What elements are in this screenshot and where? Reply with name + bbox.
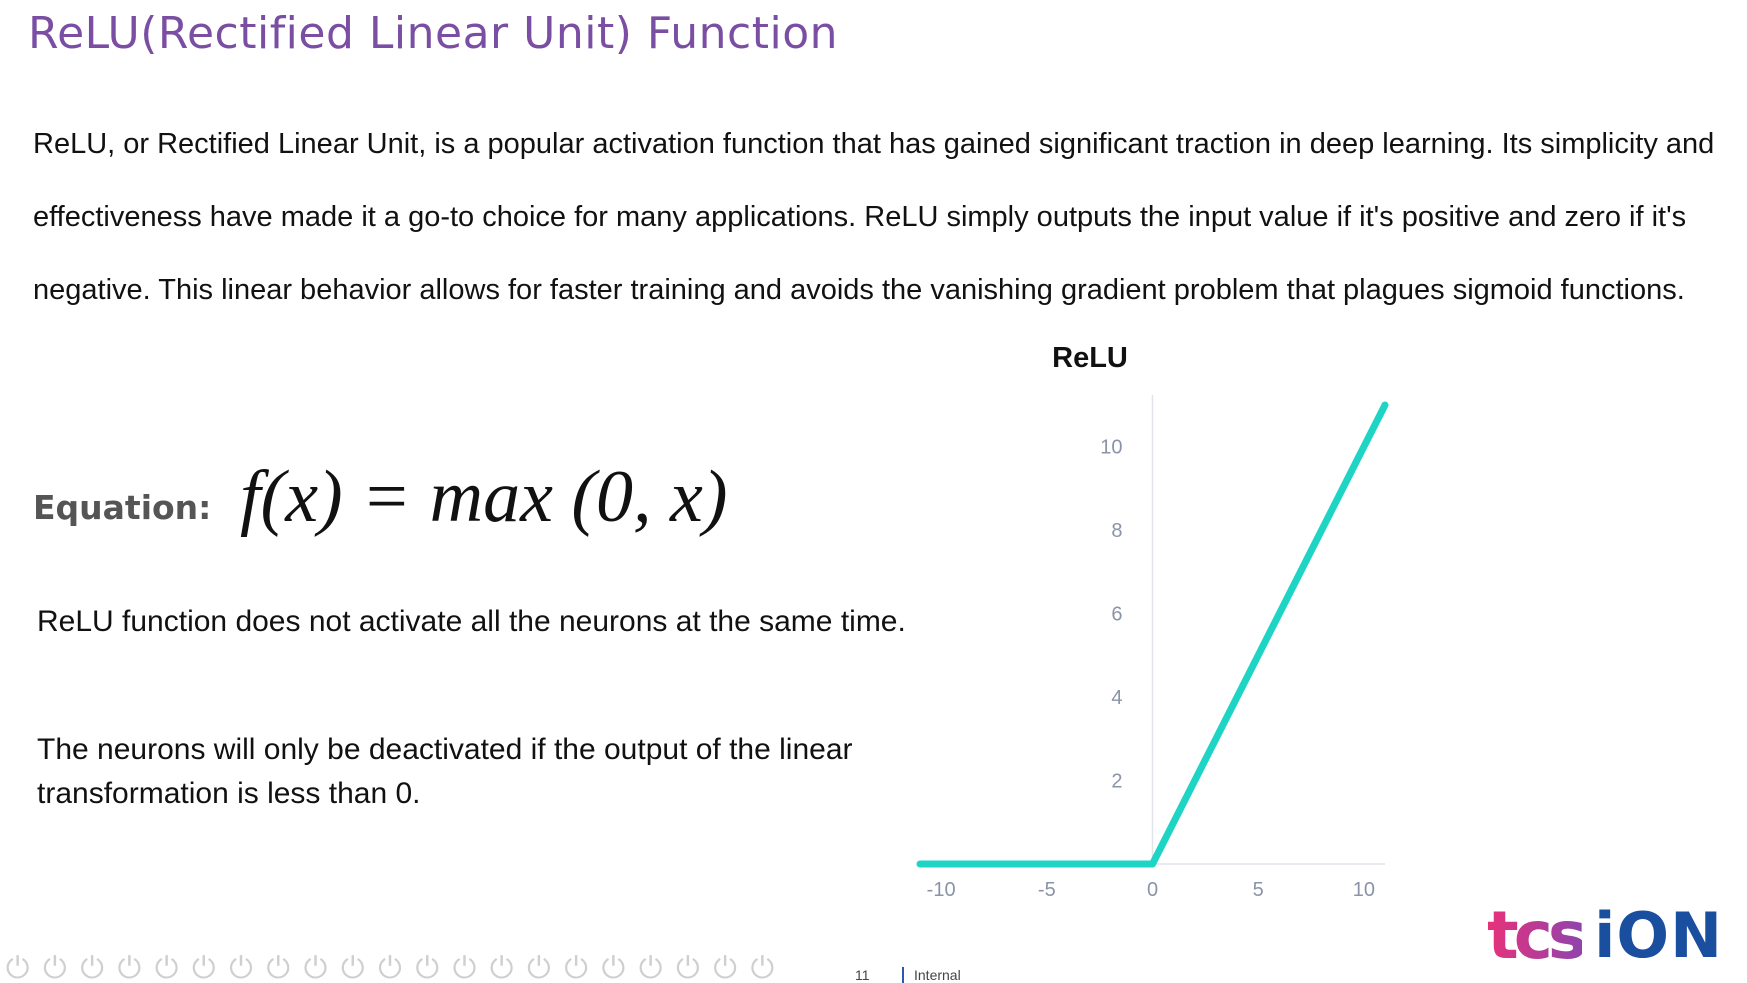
page-number: 11: [855, 967, 870, 983]
equation-formula: f(x) = max (0, x): [240, 456, 728, 538]
power-symbol-icon: ⏻: [750, 953, 775, 983]
y-tick-label: 8: [1111, 520, 1122, 542]
power-symbol-icon: ⏻: [42, 953, 67, 983]
power-symbol-icon: ⏻: [675, 953, 700, 983]
relu-chart: ReLU 2 4 6 8 10 -10 -5 0 5 10: [790, 330, 1430, 950]
x-tick-label: 5: [1253, 879, 1264, 901]
power-symbol-icon: ⏻: [601, 953, 626, 983]
y-tick-label: 6: [1111, 604, 1122, 626]
power-symbol-icon: ⏻: [80, 953, 104, 983]
neuron-deactivation-note: The neurons will only be deactivated if …: [37, 733, 853, 810]
classification-label: Internal: [902, 967, 961, 983]
x-tick-label: -5: [1038, 879, 1056, 901]
power-symbol-icon: ⏻: [489, 953, 514, 983]
y-tick-label: 4: [1111, 687, 1122, 709]
chart-title: ReLU: [1052, 342, 1128, 374]
power-symbol-icon: ⏻: [5, 953, 30, 983]
relu-chart-svg: ReLU 2 4 6 8 10 -10 -5 0 5 10: [916, 342, 1389, 901]
power-symbol-icon: ⏻: [415, 953, 440, 983]
power-symbol-icon: ⏻: [191, 953, 216, 983]
power-symbol-icon: ⏻: [117, 953, 142, 983]
power-symbol-icon: ⏻: [527, 953, 551, 983]
power-symbol-icon: ⏻: [638, 953, 663, 983]
x-tick-label: -10: [927, 879, 956, 901]
power-symbol-icon: ⏻: [154, 953, 179, 983]
logo-tcs-text: tcs: [1487, 896, 1587, 974]
intro-paragraph: ReLU, or Rectified Linear Unit, is a pop…: [33, 128, 1715, 306]
power-symbol-icon: ⏻: [452, 953, 477, 983]
footer-decoration: ⏻ ⏻ ⏻ ⏻ ⏻ ⏻ ⏻ ⏻ ⏻ ⏻ ⏻ ⏻ ⏻ ⏻ ⏻ ⏻ ⏻ ⏻ ⏻ ⏻ ⏻: [0, 953, 780, 983]
tcs-ion-logo: tcs iON: [1487, 895, 1723, 975]
neuron-activation-note: ReLU function does not activate all the …: [37, 605, 906, 638]
power-symbol-icon: ⏻: [340, 953, 365, 983]
logo-ion-text: iON: [1594, 898, 1723, 972]
power-symbol-icon: ⏻: [229, 953, 253, 983]
power-symbol-icon: ⏻: [378, 953, 402, 983]
slide-title: ReLU(Rectified Linear Unit) Function: [28, 8, 838, 59]
power-symbol-icon: ⏻: [266, 953, 291, 983]
x-tick-label: 0: [1147, 879, 1158, 901]
y-tick-label: 10: [1100, 437, 1122, 459]
equation-label: Equation:: [33, 488, 212, 527]
power-symbol-icon: ⏻: [564, 953, 588, 983]
power-symbol-icon: ⏻: [713, 953, 737, 983]
y-tick-label: 2: [1111, 771, 1122, 793]
x-tick-label: 10: [1353, 879, 1375, 901]
power-symbol-icon: ⏻: [303, 953, 328, 983]
